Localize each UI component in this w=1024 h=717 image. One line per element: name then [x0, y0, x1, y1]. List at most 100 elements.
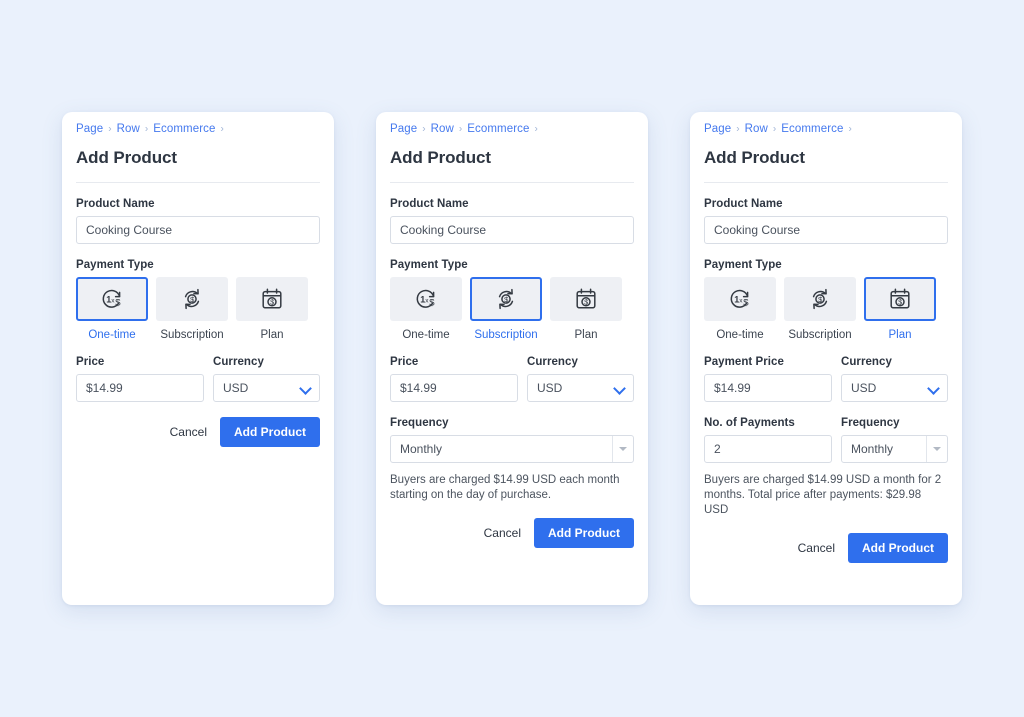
breadcrumb-item-ecommerce[interactable]: Ecommerce: [781, 123, 843, 136]
currency-select[interactable]: USD: [841, 373, 948, 402]
payment-type-label-one-time: One-time: [716, 328, 764, 341]
recurring-dollar-icon: $: [493, 286, 519, 312]
product-name-field-group: Product Name Cooking Course: [704, 198, 948, 244]
one-time-dollar-icon: 1 x $: [413, 286, 439, 312]
payment-type-tile-one-time[interactable]: 1 x $: [704, 276, 776, 321]
payment-type-label-one-time: One-time: [402, 328, 450, 341]
add-product-card-subscription: Page › Row › Ecommerce › Add Product Pro…: [376, 112, 648, 605]
payment-type-option-one-time[interactable]: 1 x $ One-time: [704, 276, 776, 341]
payment-type-tile-one-time[interactable]: 1 x $: [390, 276, 462, 321]
payment-type-option-plan[interactable]: $ Plan: [550, 276, 622, 341]
title-divider: [704, 181, 948, 183]
page-title: Add Product: [390, 147, 491, 167]
cancel-button[interactable]: Cancel: [798, 541, 835, 555]
title-divider: [76, 181, 320, 183]
price-label: Price: [390, 355, 419, 368]
breadcrumb-item-ecommerce[interactable]: Ecommerce: [467, 123, 529, 136]
price-currency-row: Price $14.99 Currency USD: [76, 356, 320, 402]
card-actions: Cancel Add Product: [76, 416, 320, 447]
breadcrumb-item-row[interactable]: Row: [745, 123, 768, 136]
payment-type-options: 1 x $ One-time $ Subscription $ Plan: [704, 276, 948, 341]
product-name-input[interactable]: Cooking Course: [390, 215, 634, 244]
breadcrumb-separator-icon: ›: [458, 123, 463, 135]
payment-type-option-plan[interactable]: $ Plan: [236, 276, 308, 341]
breadcrumb-separator-icon: ›: [108, 123, 112, 135]
price-currency-row: Price $14.99 Currency USD: [390, 356, 634, 402]
payment-type-option-subscription[interactable]: $ Subscription: [156, 276, 228, 341]
payment-type-options: 1 x $ One-time $ Subscription $ Plan: [76, 276, 320, 341]
page-canvas: Page › Row › Ecommerce › Add Product Pro…: [0, 0, 1024, 717]
breadcrumb-item-ecommerce[interactable]: Ecommerce: [153, 123, 215, 136]
frequency-field-group: Frequency Monthly: [390, 417, 634, 463]
frequency-field-group: Frequency Monthly: [841, 417, 948, 463]
product-name-label: Product Name: [390, 197, 469, 210]
svg-text:$: $: [743, 297, 749, 308]
currency-select[interactable]: USD: [213, 373, 320, 402]
cancel-button[interactable]: Cancel: [170, 425, 207, 439]
breadcrumb-item-page[interactable]: Page: [704, 123, 731, 136]
currency-select[interactable]: USD: [527, 373, 634, 402]
payment-type-option-subscription[interactable]: $ Subscription: [470, 276, 542, 341]
calendar-dollar-icon: $: [573, 286, 599, 312]
cancel-button[interactable]: Cancel: [484, 526, 521, 540]
svg-text:$: $: [429, 297, 435, 308]
no-of-payments-input[interactable]: 2: [704, 434, 832, 463]
title-divider: [390, 181, 634, 183]
payment-type-option-one-time[interactable]: 1 x $ One-time: [76, 276, 148, 341]
caret-down-icon[interactable]: [926, 435, 947, 462]
card-actions: Cancel Add Product: [390, 517, 634, 548]
payment-helper-text: Buyers are charged $14.99 USD a month fo…: [704, 473, 942, 516]
product-name-field-group: Product Name Cooking Course: [76, 198, 320, 244]
payment-type-tile-plan[interactable]: $: [550, 276, 622, 321]
product-name-input[interactable]: Cooking Course: [704, 215, 948, 244]
calendar-dollar-icon: $: [887, 286, 913, 312]
price-input[interactable]: $14.99: [76, 373, 204, 402]
product-name-field-group: Product Name Cooking Course: [390, 198, 634, 244]
breadcrumb-item-row[interactable]: Row: [431, 123, 454, 136]
currency-select-value: USD: [537, 380, 563, 395]
payment-price-input[interactable]: $14.99: [704, 373, 832, 402]
frequency-select[interactable]: Monthly: [841, 434, 948, 463]
add-product-button[interactable]: Add Product: [534, 517, 634, 548]
payment-type-tile-subscription[interactable]: $: [784, 276, 856, 321]
payment-type-option-plan[interactable]: $ Plan: [864, 276, 936, 341]
breadcrumb-separator-icon: ›: [220, 123, 224, 135]
payment-type-tile-plan[interactable]: $: [236, 276, 308, 321]
frequency-select-value: Monthly: [851, 441, 894, 456]
product-name-label: Product Name: [704, 197, 783, 210]
breadcrumb: Page › Row › Ecommerce ›: [390, 112, 634, 136]
payment-type-label-subscription: Subscription: [788, 328, 852, 341]
breadcrumb-separator-icon: ›: [848, 123, 852, 135]
payment-type-option-subscription[interactable]: $ Subscription: [784, 276, 856, 341]
frequency-select[interactable]: Monthly: [390, 434, 634, 463]
payment-type-label-one-time: One-time: [88, 328, 136, 341]
add-product-button[interactable]: Add Product: [220, 416, 320, 447]
one-time-dollar-icon: 1 x $: [727, 286, 753, 312]
payment-type-tile-one-time[interactable]: 1 x $: [76, 276, 148, 321]
add-product-button[interactable]: Add Product: [848, 532, 948, 563]
product-name-input[interactable]: Cooking Course: [76, 215, 320, 244]
payment-price-field-group: Payment Price $14.99: [704, 356, 832, 402]
breadcrumb-item-page[interactable]: Page: [76, 123, 103, 136]
breadcrumb-item-row[interactable]: Row: [117, 123, 140, 136]
payment-type-label: Payment Type: [704, 258, 782, 271]
currency-field-group: Currency USD: [527, 356, 634, 402]
caret-down-icon[interactable]: [612, 435, 633, 462]
breadcrumb-separator-icon: ›: [144, 123, 149, 135]
payment-type-tile-subscription[interactable]: $: [156, 276, 228, 321]
payment-price-currency-row: Payment Price $14.99 Currency USD: [704, 356, 948, 402]
currency-select-value: USD: [223, 380, 249, 395]
payment-type-option-one-time[interactable]: 1 x $ One-time: [390, 276, 462, 341]
price-input[interactable]: $14.99: [390, 373, 518, 402]
payment-type-tile-subscription[interactable]: $: [470, 276, 542, 321]
chevron-down-icon: [614, 384, 625, 391]
breadcrumb-separator-icon: ›: [772, 123, 777, 135]
currency-field-group: Currency USD: [841, 356, 948, 402]
breadcrumb-item-page[interactable]: Page: [390, 123, 417, 136]
payment-type-tile-plan[interactable]: $: [864, 276, 936, 321]
svg-text:$: $: [115, 297, 121, 308]
price-field-group: Price $14.99: [76, 356, 204, 402]
price-label: Price: [76, 355, 105, 368]
payment-type-label-plan: Plan: [574, 328, 598, 341]
payment-type-options: 1 x $ One-time $ Subscription $ Plan: [390, 276, 634, 341]
